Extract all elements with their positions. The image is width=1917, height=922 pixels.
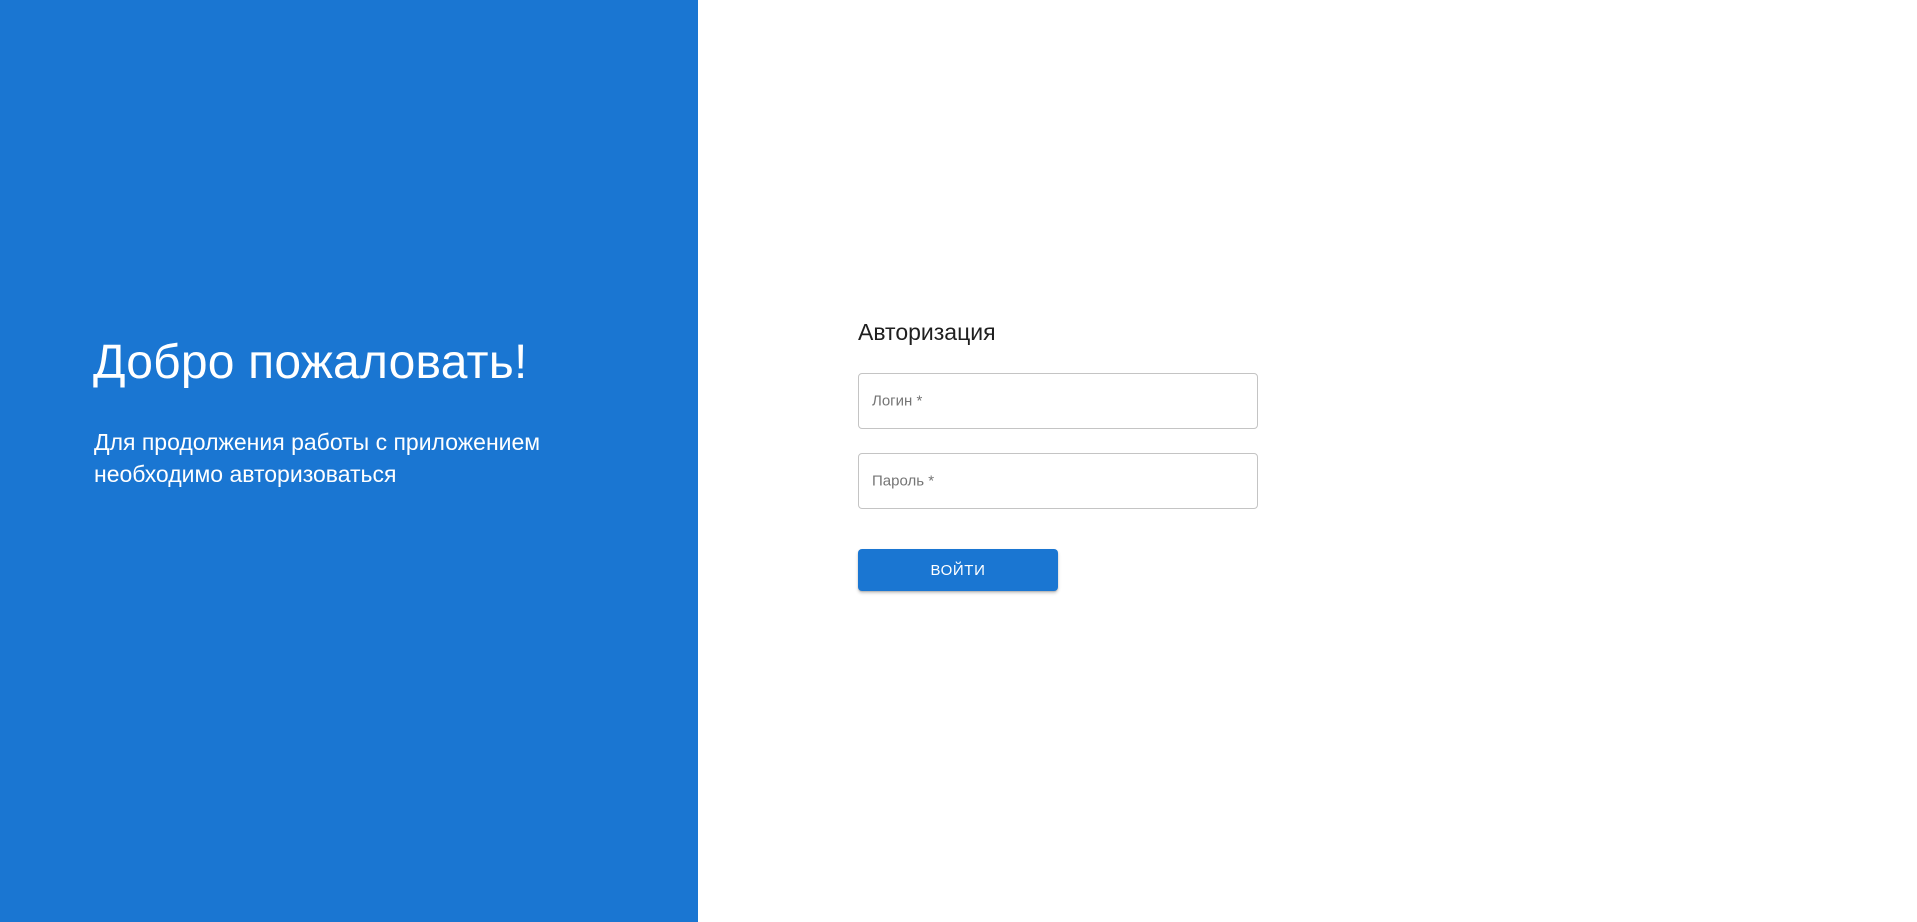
login-button[interactable]: Войти (858, 549, 1058, 591)
login-panel: Авторизация Логин * Пароль * Войти (698, 0, 1917, 922)
login-field[interactable]: Логин * (858, 373, 1258, 429)
form-title: Авторизация (858, 319, 996, 345)
welcome-panel: Добро пожаловать! Для продолжения работы… (0, 0, 698, 922)
welcome-subtitle: Для продолжения работы с приложением нео… (94, 429, 541, 487)
welcome-title: Добро пожаловать! (93, 336, 528, 389)
password-field[interactable]: Пароль * (858, 453, 1258, 509)
password-input[interactable] (859, 454, 1257, 508)
login-form: Авторизация Логин * Пароль * Войти (858, 316, 1258, 591)
login-input[interactable] (859, 374, 1257, 428)
login-page: Добро пожаловать! Для продолжения работы… (0, 0, 1917, 922)
